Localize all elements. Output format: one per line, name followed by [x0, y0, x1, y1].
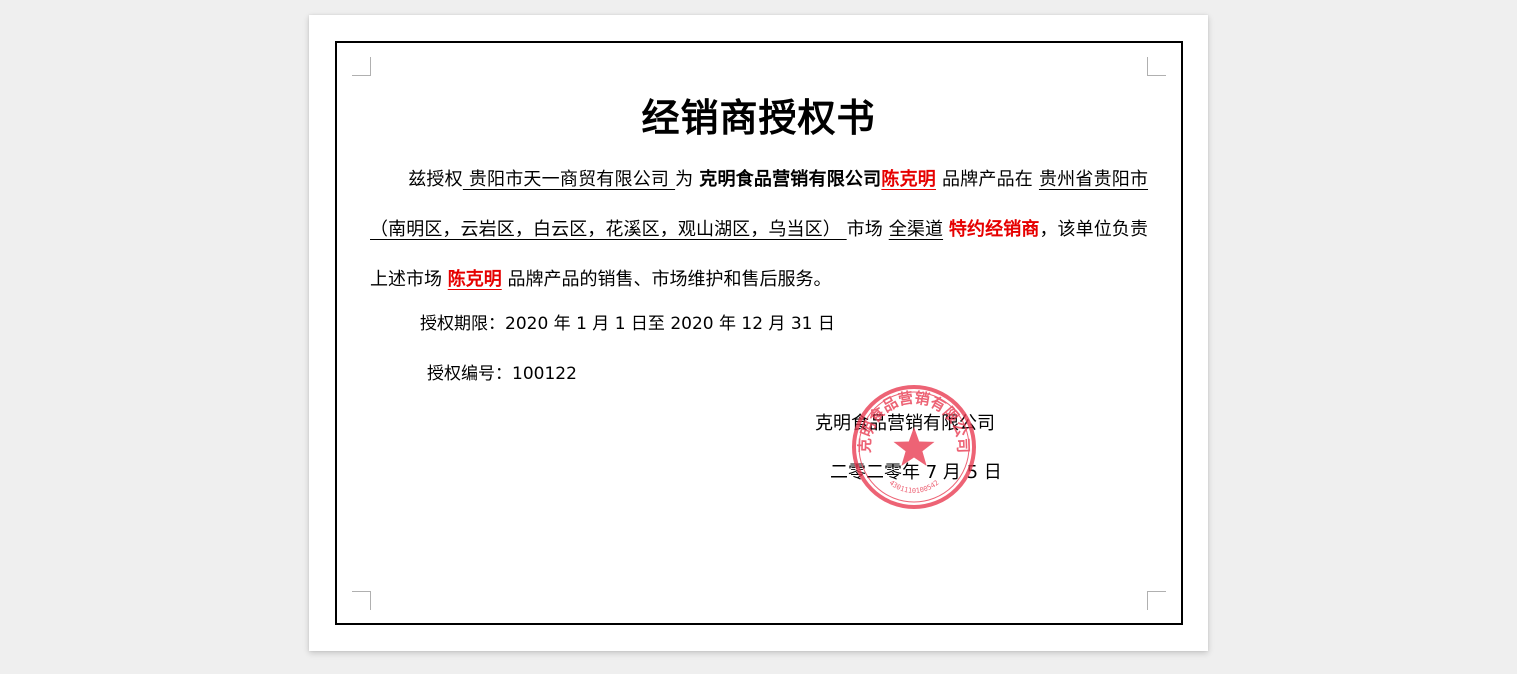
authorized-party: 贵阳市天一商贸有限公司	[462, 169, 676, 190]
body-text-6: 品牌产品的销售、市场维护和售后服务。	[501, 269, 832, 290]
grantor-company: 克明食品营销有限公司	[699, 169, 882, 190]
authorization-period: 授权期限：2020 年 1 月 1 日至 2020 年 12 月 31 日	[420, 314, 835, 334]
body-text-3: 品牌产品在	[936, 169, 1039, 190]
body-text-2: 为	[675, 169, 700, 190]
seal-star	[893, 427, 935, 466]
crop-mark-bottom-right	[1147, 591, 1166, 610]
brand-name: 陈克明	[881, 169, 937, 190]
sales-channel: 全渠道	[888, 219, 944, 240]
document-page: 经销商授权书 兹授权 贵阳市天一商贸有限公司 为 克明食品营销有限公司陈克明 品…	[309, 15, 1208, 651]
crop-mark-top-right	[1147, 57, 1166, 76]
crop-mark-bottom-left	[352, 591, 371, 610]
authorization-paragraph: 兹授权 贵阳市天一商贸有限公司 为 克明食品营销有限公司陈克明 品牌产品在 贵州…	[370, 155, 1148, 305]
authorization-code: 授权编号：100122	[427, 364, 577, 384]
brand-name-repeat: 陈克明	[447, 269, 502, 290]
document-title: 经销商授权书	[641, 96, 876, 140]
seal-number-path: 4301110100542	[888, 479, 941, 495]
seal-number: 4301110100542	[888, 479, 941, 495]
body-text-4: 市场	[846, 219, 889, 240]
body-text-1: 兹授权	[408, 169, 463, 190]
crop-mark-top-left	[352, 57, 371, 76]
company-seal-icon: 克明食品营销有限公司 4301110100542	[852, 385, 976, 509]
dealer-type: 特约经销商	[948, 219, 1040, 240]
